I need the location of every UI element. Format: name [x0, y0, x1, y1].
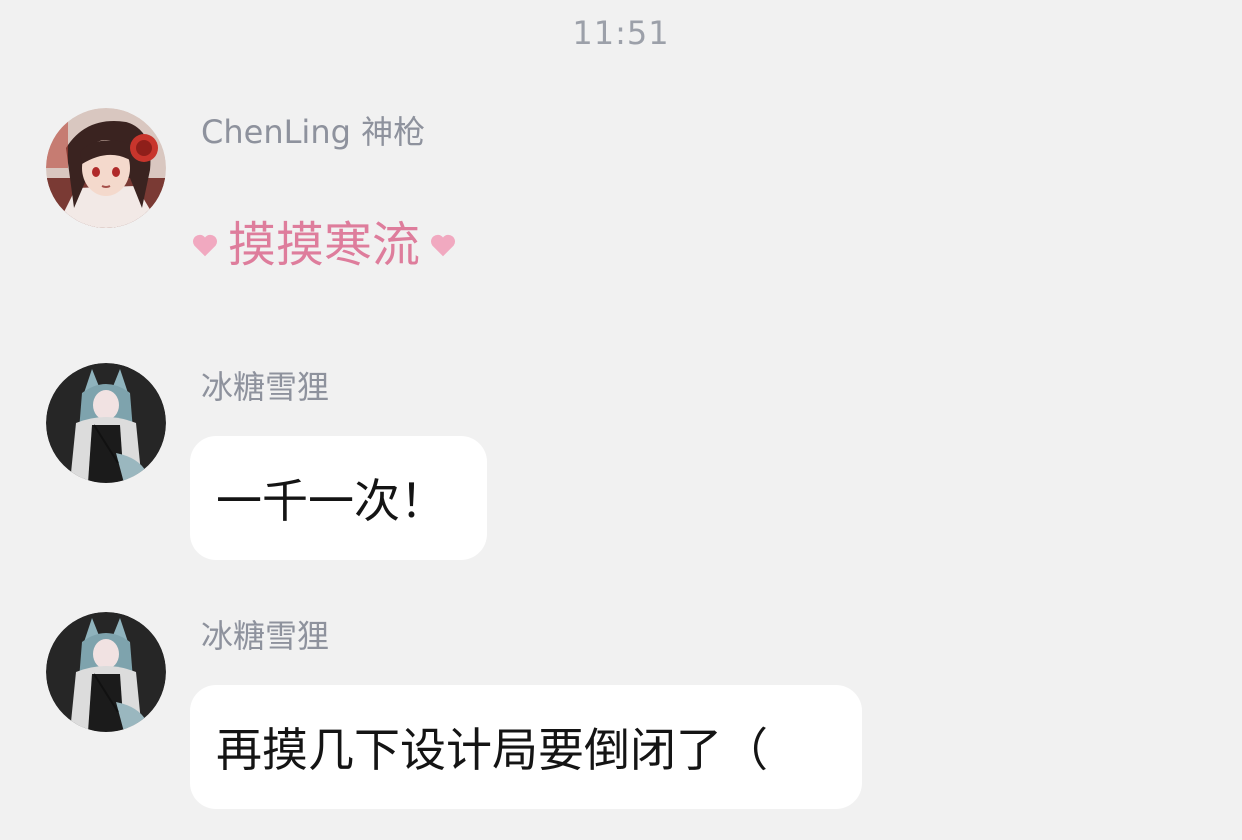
poke-message: 摸摸寒流: [190, 212, 458, 278]
message-text: 再摸几下设计局要倒闭了（: [216, 723, 768, 777]
sender-name: ChenLing 神枪: [201, 113, 426, 151]
sender-name: 冰糖雪狸: [201, 617, 330, 655]
heart-icon: [431, 234, 456, 257]
avatar[interactable]: [46, 612, 166, 732]
avatar[interactable]: [46, 108, 166, 228]
avatar[interactable]: [46, 363, 166, 483]
message-bubble[interactable]: 再摸几下设计局要倒闭了（: [190, 685, 862, 809]
message-text: 一千一次！: [216, 474, 446, 528]
poke-text: 摸摸寒流: [228, 217, 421, 273]
message-bubble[interactable]: 一千一次！: [190, 436, 487, 560]
heart-icon: [192, 234, 218, 257]
sender-name: 冰糖雪狸: [201, 368, 330, 406]
message-timestamp: 11:51: [572, 14, 670, 52]
